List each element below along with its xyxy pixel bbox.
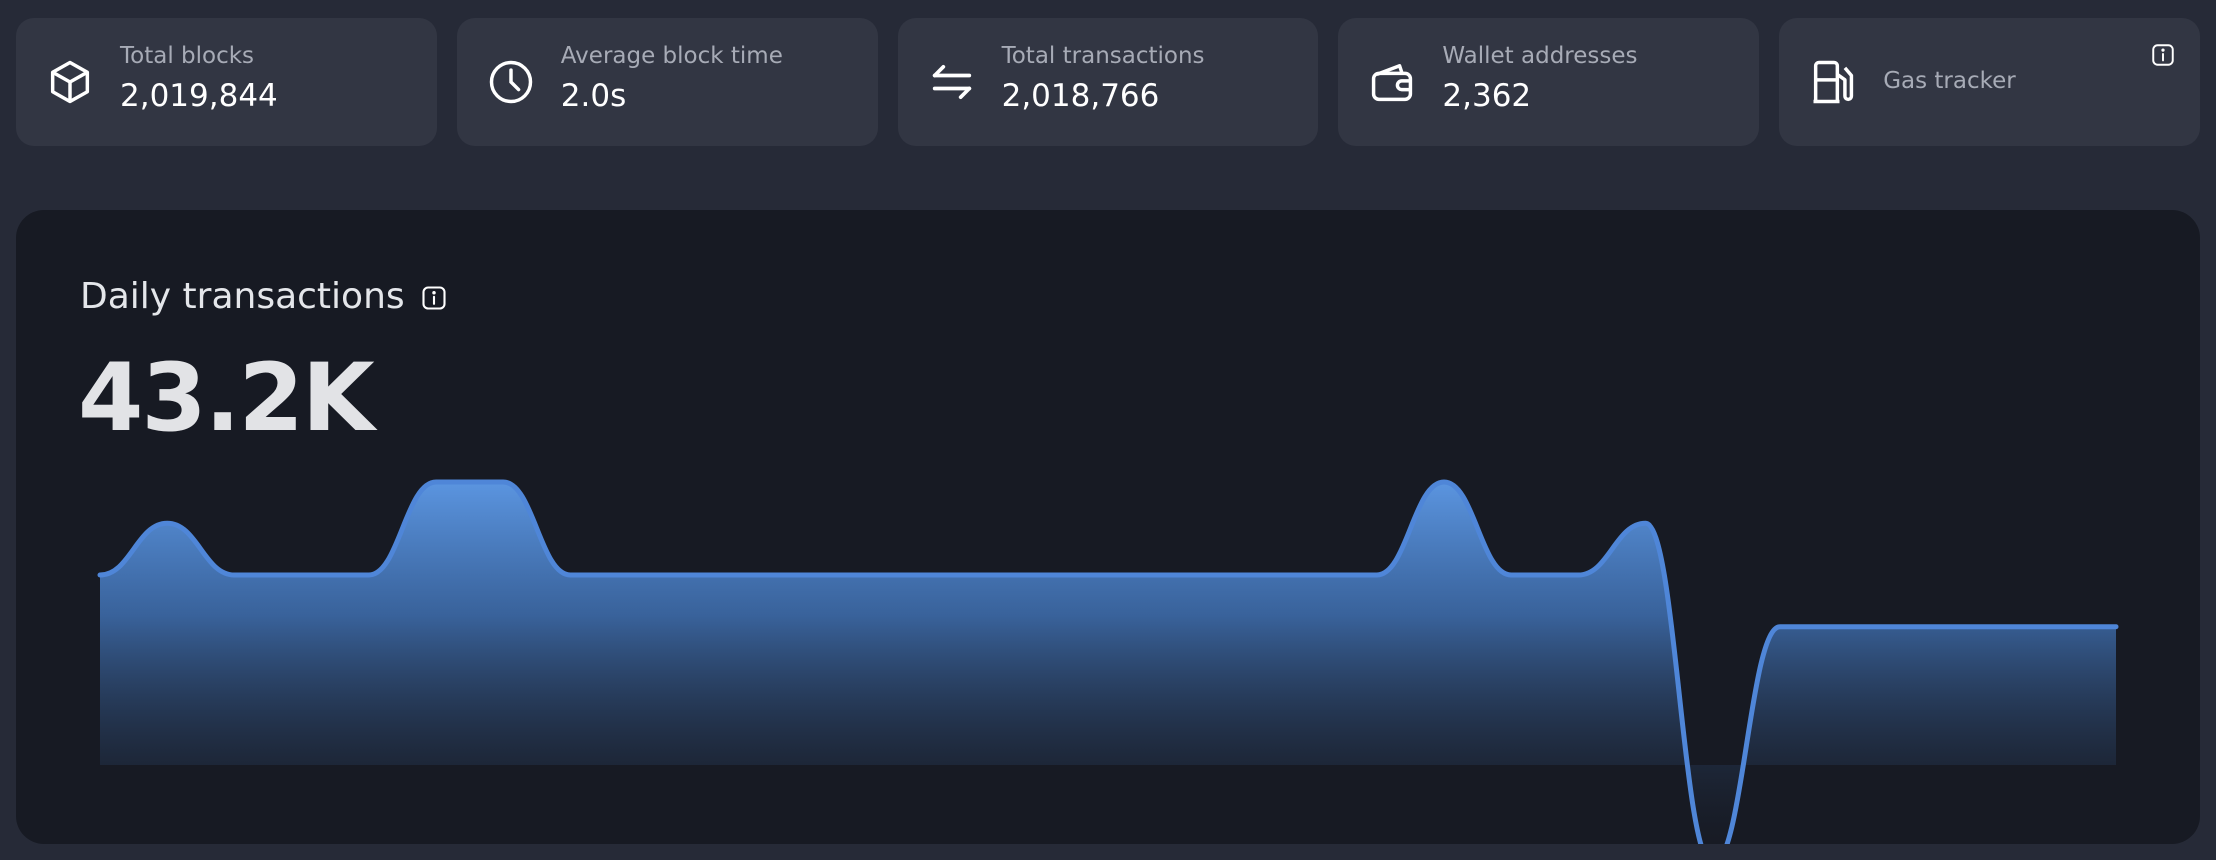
chart-point[interactable] [497,476,509,488]
stat-label: Gas tracker [1883,68,2016,94]
chart-point[interactable] [363,569,375,581]
chart-point[interactable] [632,569,644,581]
chart-point[interactable] [900,569,912,581]
chart-point[interactable] [1841,621,1853,633]
cube-icon [44,56,96,108]
chart-point[interactable] [968,569,980,581]
daily-transactions-card: Daily transactions 43.2K [16,210,2200,844]
chart-point[interactable] [228,569,240,581]
chart-point[interactable] [1908,621,1920,633]
info-icon[interactable] [420,284,448,312]
chart-point[interactable] [766,569,778,581]
chart-value: 43.2K [78,344,375,453]
gas-pump-icon [1807,56,1859,108]
stat-value: 2,362 [1442,78,1532,114]
stat-label: Wallet addresses [1442,43,1638,69]
chart-point[interactable] [1572,569,1584,581]
stat-card-total-transactions[interactable]: Total transactions 2,018,766 [897,18,1319,146]
chart-point[interactable] [161,517,173,529]
chart-point[interactable] [1371,569,1383,581]
stats-row: Total blocks 2,019,844 Average block tim… [16,18,2200,146]
stat-card-gas-tracker[interactable]: Gas tracker [1779,18,2200,146]
stat-label: Total transactions [1001,43,1205,69]
chart-point[interactable] [296,569,308,581]
stat-label: Average block time [560,43,783,69]
chart-point[interactable] [1505,569,1517,581]
stat-label: Total blocks [120,43,255,69]
chart-point[interactable] [564,569,576,581]
chart-point[interactable] [94,569,106,581]
chart-point[interactable] [430,476,442,488]
chart-point[interactable] [1976,621,1988,633]
chart-point[interactable] [699,569,711,581]
chart-point[interactable] [1102,569,1114,581]
chart-point[interactable] [1169,569,1181,581]
info-icon[interactable] [2150,42,2176,68]
stat-card-wallet-addresses[interactable]: Wallet addresses 2,362 [1338,18,1760,146]
chart-point[interactable] [833,569,845,581]
stat-value: 2.0s [560,78,627,114]
chart-point[interactable] [1774,621,1786,633]
chart-point[interactable] [2043,621,2055,633]
wallet-icon [1366,56,1418,108]
clock-icon [485,56,537,108]
swap-arrows-icon [926,56,978,108]
chart-point[interactable] [1236,569,1248,581]
stat-card-average-block-time[interactable]: Average block time 2.0s [456,18,878,146]
chart-title: Daily transactions [80,276,405,317]
chart-point[interactable] [1640,517,1652,529]
chart-area [100,481,2116,844]
chart-point[interactable] [1438,476,1450,488]
stat-value: 2,018,766 [1001,78,1160,114]
stat-card-total-blocks[interactable]: Total blocks 2,019,844 [16,18,437,146]
chart-point[interactable] [1304,569,1316,581]
chart-point[interactable] [2110,621,2122,633]
chart-point[interactable] [1035,569,1047,581]
stat-value: 2,019,844 [120,78,278,114]
